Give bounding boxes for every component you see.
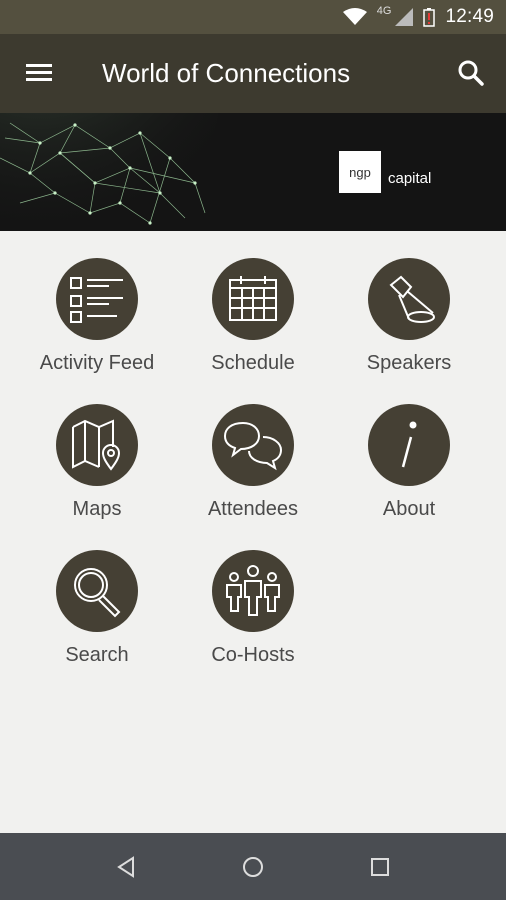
tile-search[interactable]: Search xyxy=(17,523,177,666)
tile-activity-feed[interactable]: Activity Feed xyxy=(17,231,177,374)
search-icon xyxy=(458,60,484,86)
app-bar: World of Connections xyxy=(0,34,506,113)
list-icon xyxy=(70,277,123,323)
tile-label: Speakers xyxy=(366,352,452,374)
search-button[interactable] xyxy=(454,56,488,90)
chat-bubbles-icon xyxy=(223,421,283,471)
tile-schedule[interactable]: Schedule xyxy=(173,231,333,374)
network-type-label: 4G xyxy=(376,5,392,17)
schedule-icon-circle xyxy=(212,258,294,340)
signal-icon xyxy=(395,8,414,26)
attendees-icon-circle xyxy=(212,404,294,486)
calendar-icon xyxy=(229,276,277,321)
tile-label: Co-Hosts xyxy=(211,644,295,666)
co-hosts-icon-circle xyxy=(212,550,294,632)
tile-speakers[interactable]: Speakers xyxy=(329,231,489,374)
ngp-logo-text: capital xyxy=(388,170,432,187)
info-icon xyxy=(401,421,417,468)
status-icons: 4G 12:49 xyxy=(342,0,494,34)
tile-label: About xyxy=(382,498,436,520)
tile-co-hosts[interactable]: Co-Hosts xyxy=(173,523,333,666)
group-icon xyxy=(226,565,280,616)
back-button[interactable] xyxy=(111,851,143,883)
network-globe-graphic xyxy=(0,113,219,231)
status-bar: 4G 12:49 xyxy=(0,0,506,34)
recents-square-icon xyxy=(371,858,389,876)
search-tile-icon-circle xyxy=(56,550,138,632)
tile-label: Activity Feed xyxy=(39,352,155,374)
event-banner: ngp capital xyxy=(0,113,506,231)
home-button[interactable] xyxy=(237,851,269,883)
spotlight-icon xyxy=(389,275,435,323)
map-icon xyxy=(72,419,121,471)
maps-icon-circle xyxy=(56,404,138,486)
system-nav-bar xyxy=(0,833,506,900)
menu-button[interactable] xyxy=(22,58,56,88)
recents-button[interactable] xyxy=(364,851,396,883)
tile-label: Schedule xyxy=(211,352,295,374)
wifi-icon xyxy=(342,8,367,25)
tile-maps[interactable]: Maps xyxy=(17,377,177,520)
tile-label: Maps xyxy=(72,498,122,520)
tile-about[interactable]: About xyxy=(329,377,489,520)
activity-feed-icon-circle xyxy=(56,258,138,340)
status-time: 12:49 xyxy=(445,6,494,27)
ngp-logo: ngp xyxy=(339,151,381,193)
tile-attendees[interactable]: Attendees xyxy=(173,377,333,520)
back-triangle-icon xyxy=(117,856,134,878)
about-icon-circle xyxy=(368,404,450,486)
tile-label: Search xyxy=(65,644,129,666)
speakers-icon-circle xyxy=(368,258,450,340)
tile-label: Attendees xyxy=(207,498,299,520)
hamburger-icon xyxy=(26,64,52,81)
app-title: World of Connections xyxy=(102,58,351,88)
magnifier-icon xyxy=(74,568,121,618)
home-circle-icon xyxy=(243,857,263,877)
battery-alert-icon xyxy=(423,8,436,27)
